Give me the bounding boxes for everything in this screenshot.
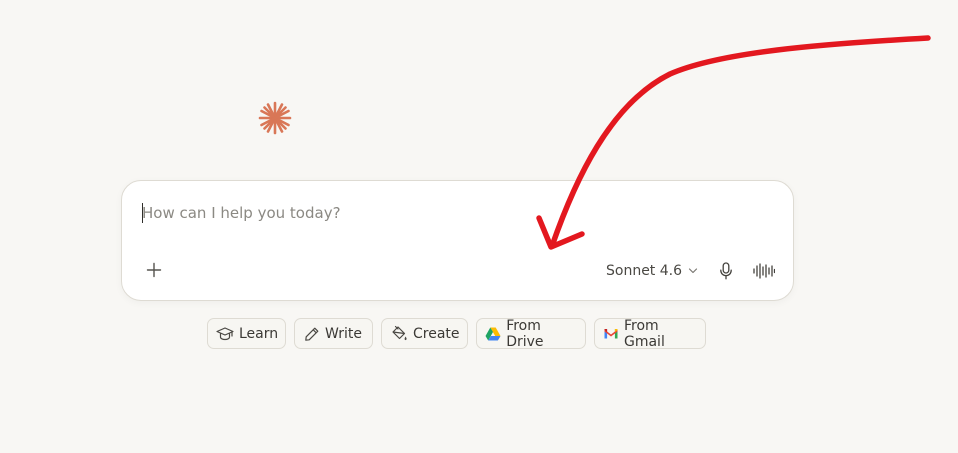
add-attachment-button[interactable] xyxy=(142,258,166,282)
chip-from-gmail[interactable]: From Gmail xyxy=(594,317,706,350)
sparkle-logo-icon xyxy=(258,101,292,135)
page: Sonnet 4.6 xyxy=(0,0,958,453)
chip-label: Write xyxy=(325,325,362,342)
chip-label: From Gmail xyxy=(623,317,665,350)
pencil-icon xyxy=(303,325,320,343)
chip-from-drive[interactable]: From Drive xyxy=(476,317,586,350)
google-drive-icon xyxy=(485,325,501,343)
voice-mode-button[interactable] xyxy=(752,260,776,282)
text-caret xyxy=(142,203,143,223)
chip-write[interactable]: Write xyxy=(294,318,373,349)
chip-learn[interactable]: Learn xyxy=(207,318,286,349)
microphone-button[interactable] xyxy=(716,260,736,282)
waveform-icon xyxy=(753,263,775,279)
prompt-input[interactable] xyxy=(142,200,762,226)
chip-label: Create xyxy=(413,325,460,342)
plus-icon xyxy=(146,262,162,278)
chevron-down-icon xyxy=(688,268,698,274)
chip-label: Learn xyxy=(239,325,279,342)
chip-create[interactable]: Create xyxy=(381,318,468,349)
paint-bucket-icon xyxy=(390,325,408,343)
chat-composer: Sonnet 4.6 xyxy=(121,180,794,301)
graduation-cap-icon xyxy=(216,325,234,343)
model-label: Sonnet 4.6 xyxy=(606,263,683,279)
microphone-icon xyxy=(720,262,732,280)
chip-label: From Drive xyxy=(506,317,544,350)
gmail-icon xyxy=(603,325,619,343)
model-selector[interactable]: Sonnet 4.6 xyxy=(606,260,698,282)
